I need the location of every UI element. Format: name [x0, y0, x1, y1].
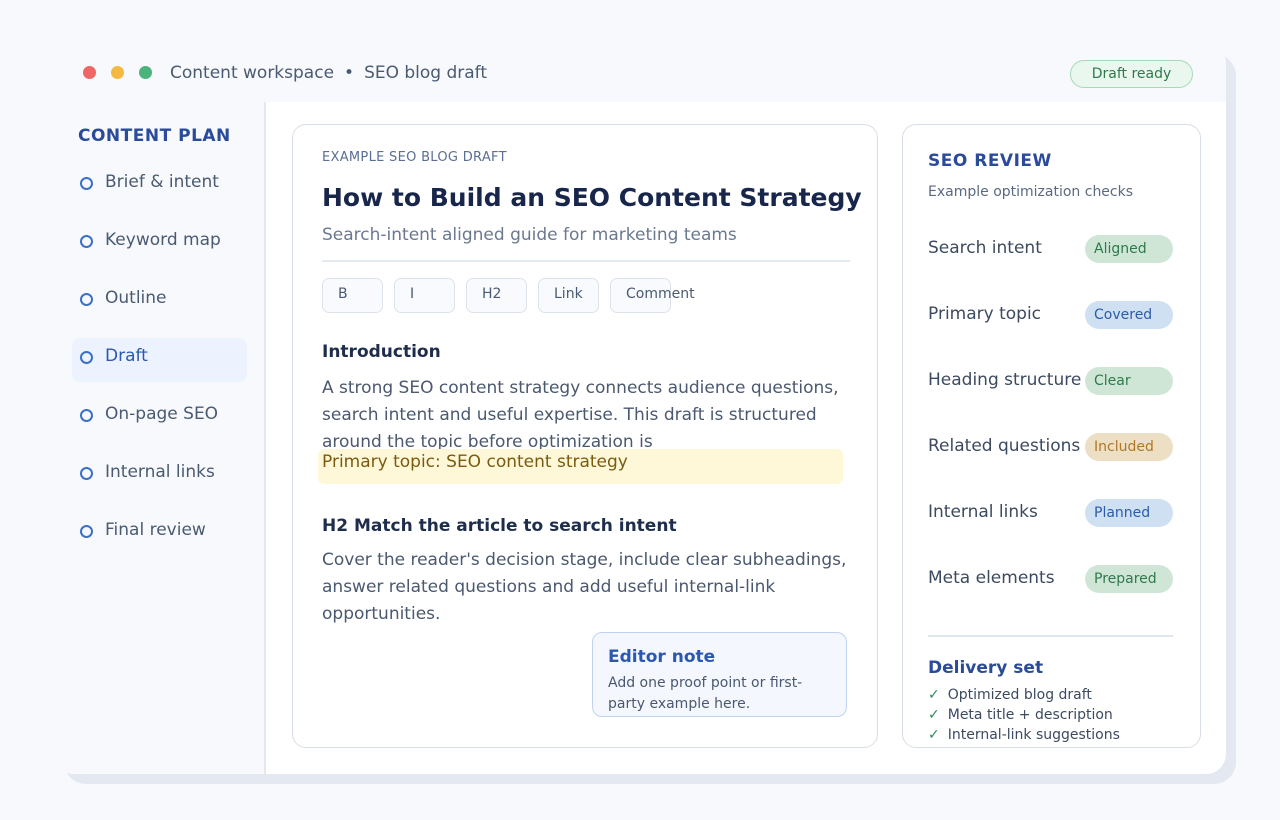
sidebar-item-keyword-map[interactable]: Keyword map	[72, 218, 247, 262]
status-badge-related-questions: Included	[1085, 433, 1173, 461]
bold-button[interactable]: B	[322, 278, 383, 313]
h2-section-heading[interactable]: H2 Match the article to search intent	[322, 516, 677, 536]
sidebar-item-label: On-page SEO	[105, 404, 219, 424]
comment-button[interactable]: Comment	[610, 278, 695, 313]
title-separator: •	[344, 63, 355, 83]
sidebar-item-draft[interactable]: Draft	[72, 338, 247, 382]
close-window-button[interactable]	[83, 66, 96, 79]
status-badge-search-intent: Aligned	[1085, 235, 1173, 263]
check-label-search-intent: Search intent	[928, 238, 1042, 258]
step-circle-icon	[80, 351, 93, 364]
h2-section-text[interactable]: Cover the reader's decision stage, inclu…	[322, 547, 852, 631]
italic-button-label: I	[410, 286, 415, 302]
delivery-item: ✓ Internal-link suggestions	[928, 727, 1120, 743]
delivery-item-label: Optimized blog draft	[947, 687, 1092, 703]
delivery-item-label: Internal-link suggestions	[947, 727, 1120, 743]
delivery-item-label: Meta title + description	[947, 707, 1113, 723]
seo-review-subheading: Example optimization checks	[928, 184, 1134, 200]
link-button[interactable]: Link	[538, 278, 599, 313]
step-circle-icon	[80, 409, 93, 422]
sidebar-item-final-review[interactable]: Final review	[72, 508, 247, 552]
sidebar-item-internal-links[interactable]: Internal links	[72, 450, 247, 494]
check-icon: ✓	[928, 687, 940, 703]
heading-2-button-label: H2	[482, 286, 502, 302]
check-label-heading-structure: Heading structure	[928, 370, 1082, 390]
sidebar-item-label: Brief & intent	[105, 172, 219, 192]
sidebar-item-label: Internal links	[105, 462, 215, 482]
status-badge-heading-structure: Clear	[1085, 367, 1173, 395]
introduction-heading[interactable]: Introduction	[322, 342, 441, 362]
sidebar-item-label: Keyword map	[105, 230, 221, 250]
status-badge-meta-elements: Prepared	[1085, 565, 1173, 593]
heading-2-button[interactable]: H2	[466, 278, 527, 313]
check-label-related-questions: Related questions	[928, 436, 1081, 456]
sidebar-heading: CONTENT PLAN	[78, 126, 231, 146]
step-circle-icon	[80, 525, 93, 538]
document-subtitle[interactable]: Search-intent aligned guide for marketin…	[322, 225, 737, 245]
sidebar-item-label: Outline	[105, 288, 167, 308]
check-label-internal-links: Internal links	[928, 502, 1038, 522]
editor-note-card[interactable]: Editor note Add one proof point or first…	[592, 632, 847, 717]
draft-status-badge: Draft ready	[1070, 60, 1193, 88]
window-title: Content workspace • SEO blog draft	[170, 63, 487, 83]
step-circle-icon	[80, 235, 93, 248]
editor-note-text: Add one proof point or first-party examp…	[608, 675, 803, 712]
seo-review-heading: SEO REVIEW	[928, 151, 1052, 171]
status-badge-internal-links: Planned	[1085, 499, 1173, 527]
check-label-meta-elements: Meta elements	[928, 568, 1055, 588]
app-window: Content workspace • SEO blog draft Draft r…	[54, 44, 1226, 774]
app-name: Content workspace	[170, 63, 335, 83]
seo-review-panel: SEO REVIEW Example optimization checks S…	[902, 124, 1201, 748]
maximize-window-button[interactable]	[139, 66, 152, 79]
content-plan-sidebar: CONTENT PLAN Brief & intent Keyword map …	[54, 102, 266, 774]
check-label-primary-topic: Primary topic	[928, 304, 1042, 324]
italic-button[interactable]: I	[394, 278, 455, 313]
comment-button-label: Comment	[626, 286, 695, 302]
step-circle-icon	[80, 293, 93, 306]
sidebar-item-brief-intent[interactable]: Brief & intent	[72, 160, 247, 204]
step-circle-icon	[80, 177, 93, 190]
document-name: SEO blog draft	[364, 63, 488, 83]
minimize-window-button[interactable]	[111, 66, 124, 79]
sidebar-item-label: Draft	[105, 346, 148, 366]
check-icon: ✓	[928, 727, 940, 743]
review-divider	[928, 635, 1173, 637]
sidebar-item-on-page-seo[interactable]: On-page SEO	[72, 392, 247, 436]
highlight-text: Primary topic: SEO content strategy	[322, 452, 628, 472]
document-title[interactable]: How to Build an SEO Content Strategy	[322, 183, 862, 212]
delivery-item: ✓ Optimized blog draft	[928, 687, 1092, 703]
check-icon: ✓	[928, 707, 940, 723]
editor-eyebrow: EXAMPLE SEO BLOG DRAFT	[322, 150, 507, 165]
delivery-set-heading: Delivery set	[928, 658, 1044, 678]
editor-divider	[322, 260, 850, 262]
introduction-text[interactable]: A strong SEO content strategy connects a…	[322, 375, 852, 449]
delivery-item: ✓ Meta title + description	[928, 707, 1113, 723]
link-button-label: Link	[554, 286, 583, 302]
draft-editor-panel: EXAMPLE SEO BLOG DRAFT How to Build an S…	[292, 124, 878, 748]
status-badge-primary-topic: Covered	[1085, 301, 1173, 329]
sidebar-item-outline[interactable]: Outline	[72, 276, 247, 320]
bold-button-label: B	[338, 286, 348, 302]
editor-note-title: Editor note	[608, 647, 716, 667]
step-circle-icon	[80, 467, 93, 480]
sidebar-item-label: Final review	[105, 520, 206, 540]
primary-topic-highlight[interactable]: Primary topic: SEO content strategy	[318, 449, 843, 484]
title-bar: Content workspace • SEO blog draft Draft r…	[54, 44, 1226, 102]
